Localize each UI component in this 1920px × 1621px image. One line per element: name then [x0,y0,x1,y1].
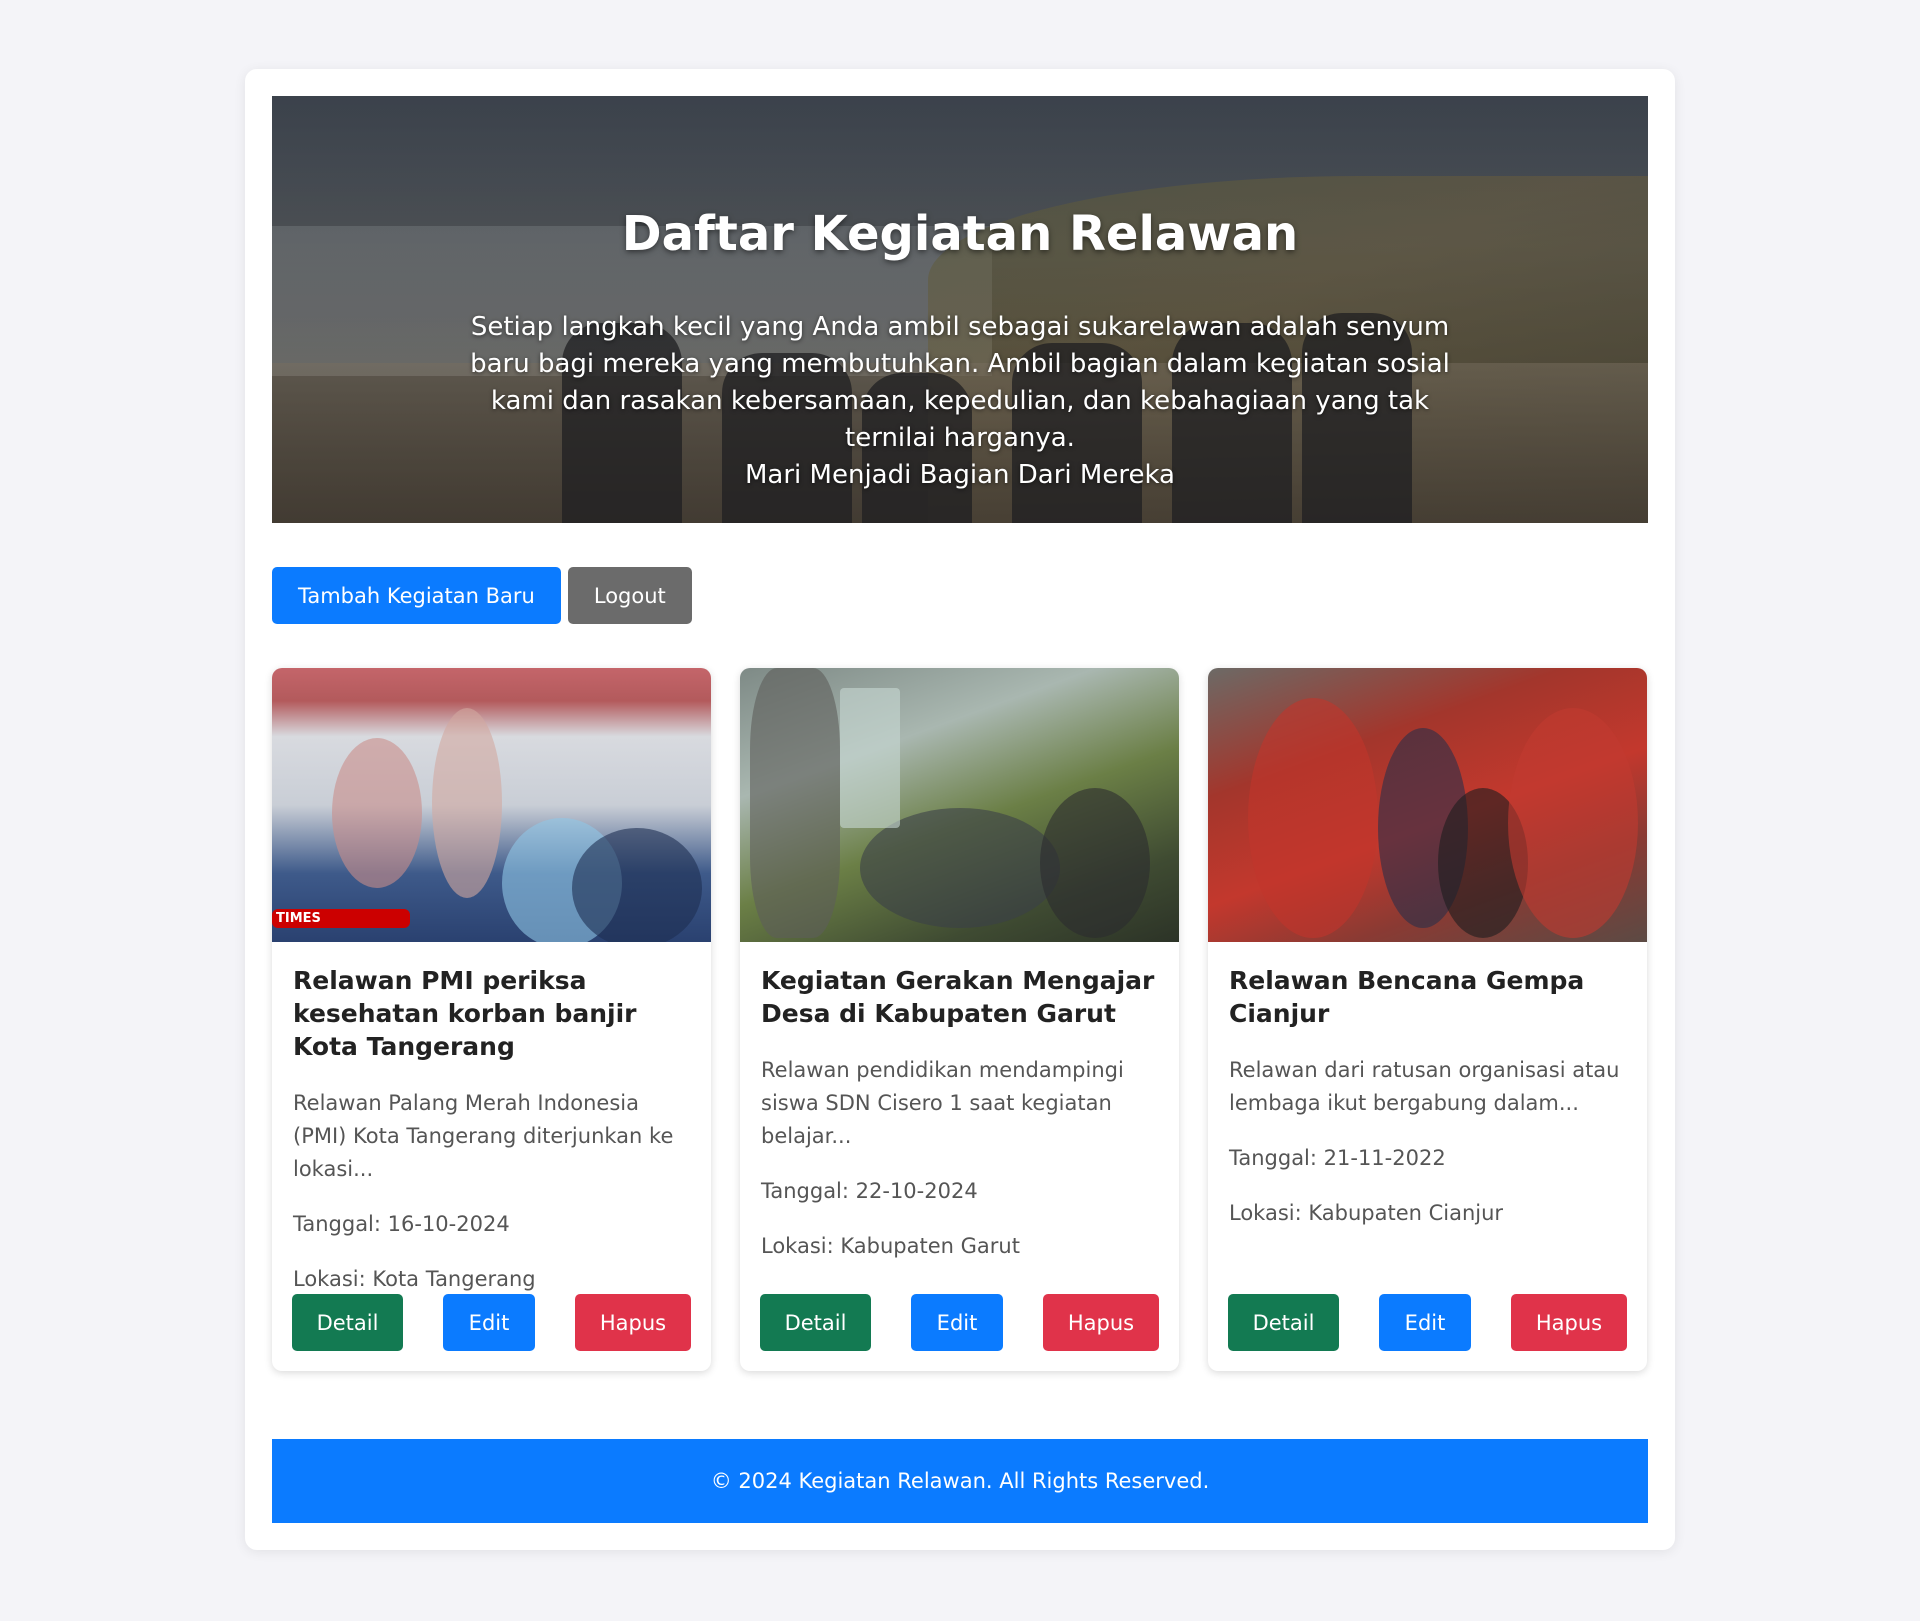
activity-card: Relawan Bencana Gempa Cianjur Relawan da… [1208,668,1647,1371]
add-activity-button[interactable]: Tambah Kegiatan Baru [272,567,561,624]
detail-button[interactable]: Detail [292,1294,403,1351]
copyright-text: © 2024 Kegiatan Relawan. All Rights Rese… [710,1469,1210,1493]
hero-tagline: Mari Menjadi Bagian Dari Mereka [745,460,1175,490]
image-watermark: TIMES INDONESIA [272,909,411,928]
delete-button[interactable]: Hapus [1043,1294,1159,1351]
main-container: Daftar Kegiatan Relawan Setiap langkah k… [245,69,1675,1550]
detail-button[interactable]: Detail [760,1294,871,1351]
activity-description: Relawan pendidikan mendampingi siswa SDN… [761,1058,1124,1148]
hero-description: Setiap langkah kecil yang Anda ambil seb… [442,309,1478,494]
activity-image: TIMES INDONESIA [272,668,711,942]
action-bar: Tambah Kegiatan Baru Logout [272,567,1648,624]
activity-card: Kegiatan Gerakan Mengajar Desa di Kabupa… [740,668,1179,1371]
activity-card-body: Relawan Bencana Gempa Cianjur Relawan da… [1208,942,1647,1230]
activity-card-body: Kegiatan Gerakan Mengajar Desa di Kabupa… [740,942,1179,1263]
activity-title: Kegiatan Gerakan Mengajar Desa di Kabupa… [761,966,1155,1028]
activity-title: Relawan PMI periksa kesehatan korban ban… [293,966,637,1061]
edit-button[interactable]: Edit [443,1294,535,1351]
hero-description-text: Setiap langkah kecil yang Anda ambil seb… [470,312,1450,453]
activity-location: Lokasi: Kabupaten Garut [761,1234,1020,1258]
activity-location: Lokasi: Kota Tangerang [293,1267,536,1291]
activity-card: TIMES INDONESIA Relawan PMI periksa keseh… [272,668,711,1371]
activity-date: Tanggal: 16-10-2024 [293,1212,510,1236]
page-footer: © 2024 Kegiatan Relawan. All Rights Rese… [272,1439,1648,1523]
activity-card-body: Relawan PMI periksa kesehatan korban ban… [272,942,711,1296]
delete-button[interactable]: Hapus [1511,1294,1627,1351]
delete-button[interactable]: Hapus [575,1294,691,1351]
activity-card-actions: Detail Edit Hapus [760,1294,1159,1351]
logout-button[interactable]: Logout [567,567,692,624]
activity-description: Relawan dari ratusan organisasi atau lem… [1229,1058,1620,1115]
activity-image [1208,668,1647,942]
activity-card-actions: Detail Edit Hapus [1228,1294,1627,1351]
edit-button[interactable]: Edit [1379,1294,1471,1351]
activity-date: Tanggal: 21-11-2022 [1229,1146,1446,1170]
activity-location: Lokasi: Kabupaten Cianjur [1229,1201,1504,1225]
activity-description: Relawan Palang Merah Indonesia (PMI) Kot… [293,1091,674,1181]
activity-title: Relawan Bencana Gempa Cianjur [1229,966,1585,1028]
activity-card-actions: Detail Edit Hapus [292,1294,691,1351]
hero-banner: Daftar Kegiatan Relawan Setiap langkah k… [272,96,1648,523]
activity-card-list: TIMES INDONESIA Relawan PMI periksa keseh… [272,668,1648,1371]
hero-text: Daftar Kegiatan Relawan Setiap langkah k… [272,96,1648,523]
detail-button[interactable]: Detail [1228,1294,1339,1351]
activity-image [740,668,1179,942]
page-title: Daftar Kegiatan Relawan [621,206,1299,262]
edit-button[interactable]: Edit [911,1294,1003,1351]
activity-date: Tanggal: 22-10-2024 [761,1179,978,1203]
